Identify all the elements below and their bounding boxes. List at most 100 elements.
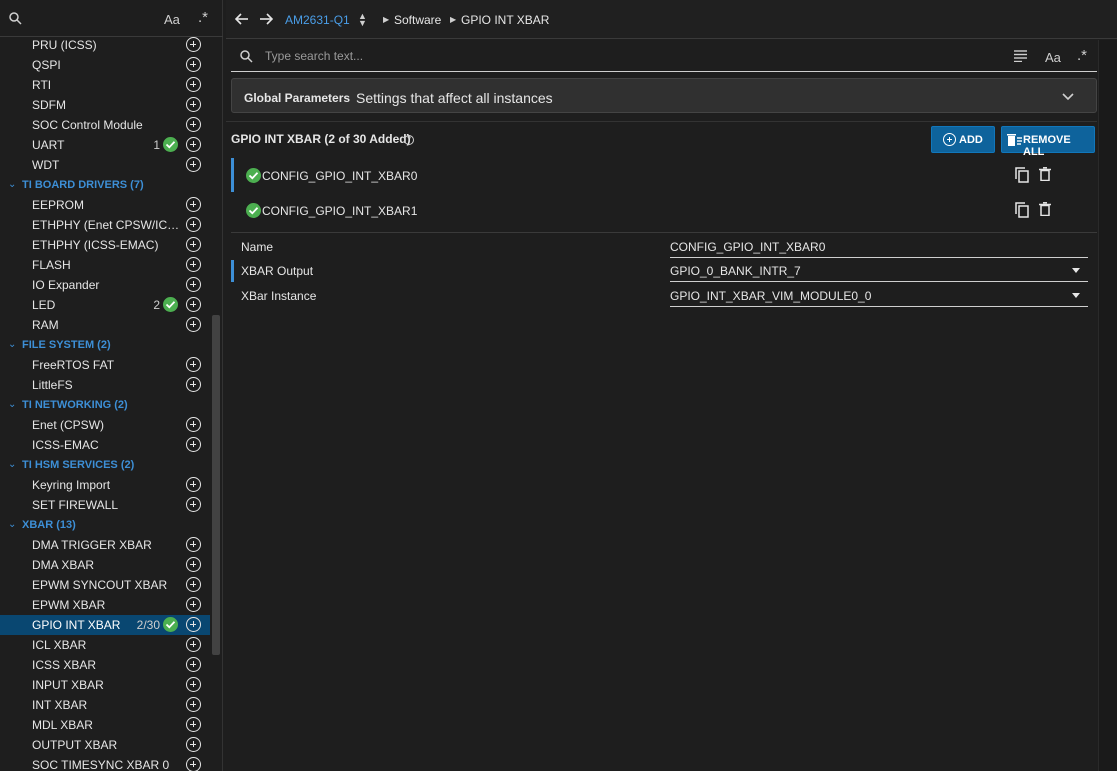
xbar-instance-select[interactable]: GPIO_INT_XBAR_VIM_MODULE0_0 [670, 285, 1088, 307]
add-circle-icon[interactable] [186, 357, 201, 372]
global-parameters-panel[interactable]: Global Parameters Settings that affect a… [231, 78, 1097, 113]
sidebar-item[interactable]: SOC TIMESYNC XBAR 0 [0, 755, 210, 771]
sidebar-item[interactable]: DMA TRIGGER XBAR [0, 535, 210, 555]
sidebar-item[interactable]: RAM [0, 315, 210, 335]
sidebar-item[interactable]: SDFM [0, 95, 210, 115]
add-circle-icon[interactable] [186, 577, 201, 592]
sort-updown-icon[interactable]: ▲ ▼ [358, 12, 367, 28]
xbar-output-select[interactable]: GPIO_0_BANK_INTR_7 [670, 260, 1088, 282]
add-circle-icon[interactable] [186, 377, 201, 392]
trash-icon[interactable] [1039, 202, 1051, 219]
trash-icon[interactable] [1039, 167, 1051, 184]
sidebar-item[interactable]: ICSS-EMAC [0, 435, 210, 455]
add-circle-icon[interactable] [186, 657, 201, 672]
sidebar-item[interactable]: INT XBAR [0, 695, 210, 715]
forward-arrow-icon[interactable] [259, 12, 274, 29]
sidebar-item[interactable]: QSPI [0, 55, 210, 75]
sidebar-item[interactable]: UART 1 [0, 135, 210, 155]
add-button[interactable]: ADD [931, 126, 995, 153]
add-circle-icon[interactable] [186, 597, 201, 612]
sidebar-item[interactable]: DMA XBAR [0, 555, 210, 575]
add-circle-icon[interactable] [186, 677, 201, 692]
add-circle-icon[interactable] [186, 197, 201, 212]
add-circle-icon[interactable] [186, 497, 201, 512]
instance-row[interactable]: CONFIG_GPIO_INT_XBAR1 [231, 193, 1097, 227]
sidebar-item[interactable]: WDT [0, 155, 210, 175]
add-circle-icon[interactable] [186, 417, 201, 432]
add-circle-icon[interactable] [186, 717, 201, 732]
add-circle-icon[interactable] [186, 77, 201, 92]
add-circle-icon[interactable] [186, 97, 201, 112]
add-circle-icon[interactable] [186, 37, 201, 52]
add-circle-icon[interactable] [186, 737, 201, 752]
add-circle-icon[interactable] [186, 317, 201, 332]
sidebar-category[interactable]: ⌄ FILE SYSTEM (2) [0, 335, 210, 355]
add-circle-icon[interactable] [186, 217, 201, 232]
sidebar-item[interactable]: Keyring Import [0, 475, 210, 495]
add-circle-icon[interactable] [186, 257, 201, 272]
list-view-icon[interactable] [1014, 50, 1027, 65]
sidebar-item-label: MDL XBAR [32, 718, 93, 732]
sidebar-category[interactable]: ⌄ TI BOARD DRIVERS (7) [0, 175, 210, 195]
sidebar-item[interactable]: Enet (CPSW) [0, 415, 210, 435]
back-arrow-icon[interactable] [234, 12, 249, 29]
help-icon[interactable]: ? [404, 135, 414, 145]
add-circle-icon[interactable] [186, 57, 201, 72]
copy-icon[interactable] [1015, 167, 1029, 186]
sidebar-item[interactable]: ETHPHY (ICSS-EMAC) [0, 235, 210, 255]
add-circle-icon[interactable] [186, 537, 201, 552]
sidebar-item[interactable]: OUTPUT XBAR [0, 735, 210, 755]
sidebar-category[interactable]: ⌄ TI NETWORKING (2) [0, 395, 210, 415]
add-circle-icon[interactable] [186, 137, 201, 152]
main-scrollbar[interactable] [1098, 40, 1117, 771]
add-circle-icon[interactable] [186, 477, 201, 492]
device-selector[interactable]: AM2631-Q1 [285, 13, 350, 27]
breadcrumb-software[interactable]: Software [394, 13, 441, 27]
sidebar-scrollbar[interactable] [212, 315, 220, 655]
sidebar-search-bar[interactable]: Aa .* [0, 0, 223, 37]
add-circle-icon[interactable] [186, 297, 201, 312]
add-circle-icon[interactable] [186, 437, 201, 452]
sidebar-item[interactable]: INPUT XBAR [0, 675, 210, 695]
remove-all-button[interactable]: REMOVE ALL [1001, 126, 1095, 158]
sidebar-item[interactable]: LED 2 [0, 295, 210, 315]
add-circle-icon[interactable] [186, 277, 201, 292]
sidebar-item[interactable]: FreeRTOS FAT [0, 355, 210, 375]
chevron-down-icon[interactable] [1062, 90, 1074, 104]
sidebar-item[interactable]: RTI [0, 75, 210, 95]
sidebar-item[interactable]: EPWM SYNCOUT XBAR [0, 575, 210, 595]
sidebar-item[interactable]: ICSS XBAR [0, 655, 210, 675]
breadcrumb-gpio-int-xbar[interactable]: GPIO INT XBAR [461, 13, 549, 27]
sidebar-category[interactable]: ⌄ TI HSM SERVICES (2) [0, 455, 210, 475]
name-field[interactable]: CONFIG_GPIO_INT_XBAR0 [670, 236, 1088, 258]
sidebar-item[interactable]: ETHPHY (Enet CPSW/ICSS-EMAC) [0, 215, 210, 235]
copy-icon[interactable] [1015, 202, 1029, 221]
search-input[interactable] [265, 48, 965, 64]
add-circle-icon[interactable] [186, 637, 201, 652]
sidebar-item[interactable]: GPIO INT XBAR 2/30 [0, 615, 210, 635]
sidebar-item[interactable]: EPWM XBAR [0, 595, 210, 615]
sidebar-item[interactable]: SET FIREWALL [0, 495, 210, 515]
sidebar-item[interactable]: PRU (ICSS) [0, 35, 210, 55]
sidebar-item[interactable]: SOC Control Module [0, 115, 210, 135]
add-circle-icon[interactable] [186, 697, 201, 712]
add-circle-icon[interactable] [186, 237, 201, 252]
regex-button[interactable]: .* [198, 9, 208, 26]
add-circle-icon[interactable] [186, 157, 201, 172]
match-case-button[interactable]: Aa [1045, 50, 1061, 65]
regex-button[interactable]: .* [1077, 47, 1087, 64]
sidebar-item[interactable]: LittleFS [0, 375, 210, 395]
sidebar-item-label: TI NETWORKING (2) [22, 399, 128, 411]
match-case-button[interactable]: Aa [164, 12, 180, 27]
instance-row[interactable]: CONFIG_GPIO_INT_XBAR0 [231, 158, 1097, 192]
add-circle-icon[interactable] [186, 117, 201, 132]
add-circle-icon[interactable] [186, 617, 201, 632]
add-circle-icon[interactable] [186, 757, 201, 771]
add-circle-icon[interactable] [186, 557, 201, 572]
sidebar-item[interactable]: EEPROM [0, 195, 210, 215]
sidebar-category[interactable]: ⌄ XBAR (13) [0, 515, 210, 535]
sidebar-item[interactable]: MDL XBAR [0, 715, 210, 735]
sidebar-item[interactable]: FLASH [0, 255, 210, 275]
sidebar-item[interactable]: IO Expander [0, 275, 210, 295]
sidebar-item[interactable]: ICL XBAR [0, 635, 210, 655]
